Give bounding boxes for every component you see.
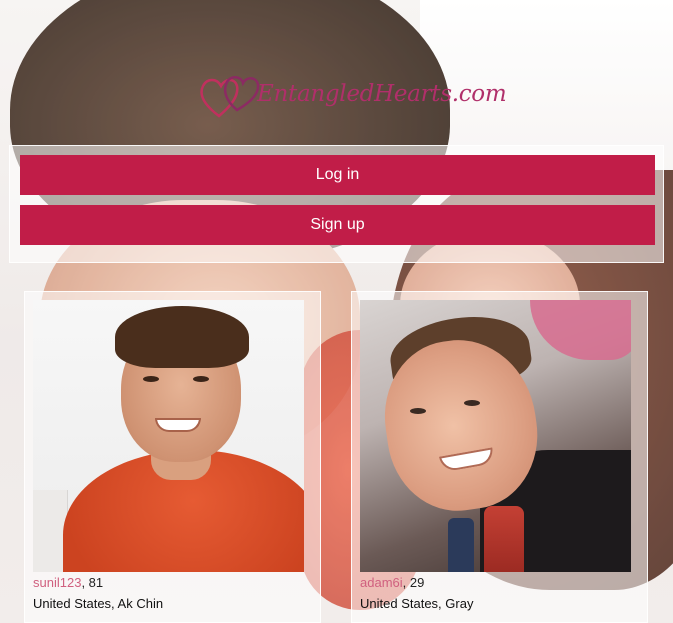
- auth-panel: Log in Sign up: [9, 145, 664, 263]
- profile-location: United States, Ak Chin: [33, 596, 164, 611]
- profile-name-age: adam6i, 29: [360, 573, 640, 593]
- site-name: EntangledHearts.com: [257, 81, 507, 107]
- profile-photo[interactable]: [33, 300, 304, 572]
- profile-location: United States, Gray: [360, 596, 474, 611]
- profile-card[interactable]: adam6i, 29 United States, Gray: [351, 291, 648, 623]
- entangled-hearts-icon: [200, 76, 260, 118]
- profile-age: , 81: [81, 575, 104, 590]
- profile-age: , 29: [402, 575, 425, 590]
- site-logo[interactable]: EntangledHearts.com: [197, 66, 507, 122]
- profile-username[interactable]: adam6i: [360, 575, 403, 590]
- profile-username[interactable]: sunil123: [33, 575, 81, 590]
- profile-card[interactable]: sunil123, 81 United States, Ak Chin: [24, 291, 321, 623]
- signup-button[interactable]: Sign up: [20, 205, 655, 245]
- profile-photo[interactable]: [360, 300, 631, 572]
- profile-name-age: sunil123, 81: [33, 573, 313, 593]
- login-button[interactable]: Log in: [20, 155, 655, 195]
